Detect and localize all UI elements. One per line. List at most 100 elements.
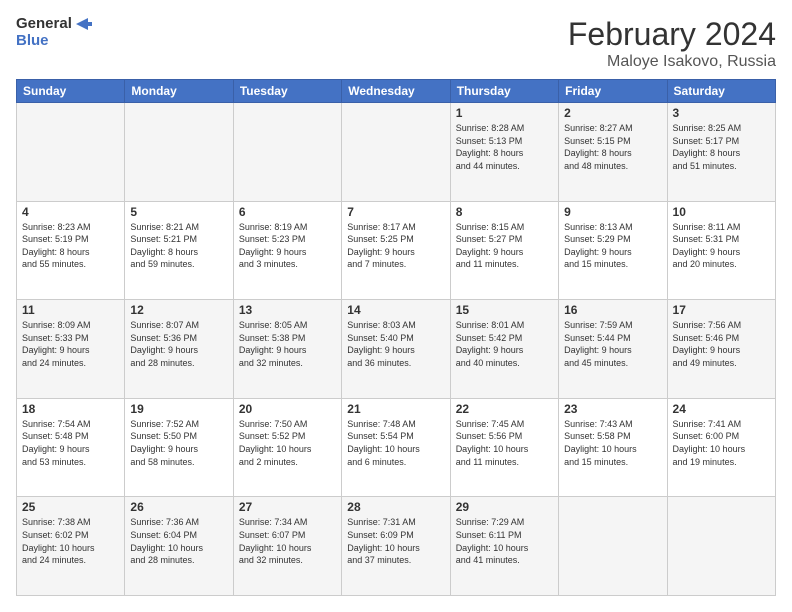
week-row-0: 1 Sunrise: 8:28 AM Sunset: 5:13 PM Daylig… — [17, 103, 776, 202]
table-cell: 21Sunrise: 7:48 AM Sunset: 5:54 PM Dayli… — [342, 398, 450, 497]
day-number: 13 — [239, 303, 336, 317]
table-cell: 25 Sunrise: 7:38 AM Sunset: 6:02 PM Dayli… — [17, 497, 125, 596]
day-number: 10 — [673, 205, 770, 219]
col-tuesday: Tuesday — [233, 80, 341, 103]
day-number: 14 — [347, 303, 444, 317]
day-number: 23 — [564, 402, 661, 416]
day-info: Sunrise: 8:03 AM Sunset: 5:40 PM Dayligh… — [347, 319, 444, 369]
table-cell — [17, 103, 125, 202]
table-cell: 4 Sunrise: 8:23 AM Sunset: 5:19 PM Daylig… — [17, 201, 125, 300]
day-number: 7 — [347, 205, 444, 219]
day-info: Sunrise: 7:43 AM Sunset: 5:58 PM Dayligh… — [564, 418, 661, 468]
table-cell: 23 Sunrise: 7:43 AM Sunset: 5:58 PM Dayli… — [559, 398, 667, 497]
day-info: Sunrise: 7:29 AM Sunset: 6:11 PM Dayligh… — [456, 516, 553, 566]
table-cell: 8 Sunrise: 8:15 AM Sunset: 5:27 PM Daylig… — [450, 201, 558, 300]
week-row-2: 11 Sunrise: 8:09 AM Sunset: 5:33 PM Dayli… — [17, 300, 776, 399]
col-monday: Monday — [125, 80, 233, 103]
day-info: Sunrise: 7:41 AM Sunset: 6:00 PM Dayligh… — [673, 418, 770, 468]
day-info: Sunrise: 8:09 AM Sunset: 5:33 PM Dayligh… — [22, 319, 119, 369]
calendar-header-row: Sunday Monday Tuesday Wednesday Thursday… — [17, 80, 776, 103]
day-number: 26 — [130, 500, 227, 514]
col-thursday: Thursday — [450, 80, 558, 103]
day-info: Sunrise: 7:36 AM Sunset: 6:04 PM Dayligh… — [130, 516, 227, 566]
day-info: Sunrise: 7:34 AM Sunset: 6:07 PM Dayligh… — [239, 516, 336, 566]
day-number: 16 — [564, 303, 661, 317]
col-wednesday: Wednesday — [342, 80, 450, 103]
day-info: Sunrise: 8:05 AM Sunset: 5:38 PM Dayligh… — [239, 319, 336, 369]
table-cell: 19 Sunrise: 7:52 AM Sunset: 5:50 PM Dayli… — [125, 398, 233, 497]
logo-general: General — [16, 16, 72, 33]
table-cell: 10Sunrise: 8:11 AM Sunset: 5:31 PM Dayli… — [667, 201, 775, 300]
logo-blue: Blue — [16, 33, 92, 50]
day-number: 18 — [22, 402, 119, 416]
table-cell: 3 Sunrise: 8:25 AM Sunset: 5:17 PM Daylig… — [667, 103, 775, 202]
day-info: Sunrise: 7:52 AM Sunset: 5:50 PM Dayligh… — [130, 418, 227, 468]
day-info: Sunrise: 8:28 AM Sunset: 5:13 PM Dayligh… — [456, 122, 553, 172]
day-info: Sunrise: 8:23 AM Sunset: 5:19 PM Dayligh… — [22, 221, 119, 271]
main-title: February 2024 — [568, 16, 776, 53]
day-number: 3 — [673, 106, 770, 120]
table-cell: 16 Sunrise: 7:59 AM Sunset: 5:44 PM Dayli… — [559, 300, 667, 399]
day-info: Sunrise: 8:19 AM Sunset: 5:23 PM Dayligh… — [239, 221, 336, 271]
table-cell: 18 Sunrise: 7:54 AM Sunset: 5:48 PM Dayli… — [17, 398, 125, 497]
col-friday: Friday — [559, 80, 667, 103]
day-info: Sunrise: 7:56 AM Sunset: 5:46 PM Dayligh… — [673, 319, 770, 369]
day-info: Sunrise: 8:25 AM Sunset: 5:17 PM Dayligh… — [673, 122, 770, 172]
day-info: Sunrise: 8:13 AM Sunset: 5:29 PM Dayligh… — [564, 221, 661, 271]
day-info: Sunrise: 7:31 AM Sunset: 6:09 PM Dayligh… — [347, 516, 444, 566]
day-info: Sunrise: 8:17 AM Sunset: 5:25 PM Dayligh… — [347, 221, 444, 271]
sub-title: Maloye Isakovo, Russia — [568, 53, 776, 71]
day-info: Sunrise: 7:50 AM Sunset: 5:52 PM Dayligh… — [239, 418, 336, 468]
day-number: 24 — [673, 402, 770, 416]
logo: General Blue — [16, 16, 92, 49]
col-sunday: Sunday — [17, 80, 125, 103]
day-number: 15 — [456, 303, 553, 317]
day-info: Sunrise: 7:38 AM Sunset: 6:02 PM Dayligh… — [22, 516, 119, 566]
logo-graphic: General Blue — [16, 16, 92, 49]
day-number: 8 — [456, 205, 553, 219]
table-cell: 7 Sunrise: 8:17 AM Sunset: 5:25 PM Daylig… — [342, 201, 450, 300]
week-row-3: 18 Sunrise: 7:54 AM Sunset: 5:48 PM Dayli… — [17, 398, 776, 497]
day-info: Sunrise: 7:48 AM Sunset: 5:54 PM Dayligh… — [347, 418, 444, 468]
table-cell — [342, 103, 450, 202]
table-cell: 9 Sunrise: 8:13 AM Sunset: 5:29 PM Daylig… — [559, 201, 667, 300]
day-number: 17 — [673, 303, 770, 317]
table-cell: 27 Sunrise: 7:34 AM Sunset: 6:07 PM Dayli… — [233, 497, 341, 596]
day-number: 2 — [564, 106, 661, 120]
table-cell: 2 Sunrise: 8:27 AM Sunset: 5:15 PM Daylig… — [559, 103, 667, 202]
table-cell: 20Sunrise: 7:50 AM Sunset: 5:52 PM Dayli… — [233, 398, 341, 497]
table-cell: 1 Sunrise: 8:28 AM Sunset: 5:13 PM Daylig… — [450, 103, 558, 202]
day-info: Sunrise: 8:27 AM Sunset: 5:15 PM Dayligh… — [564, 122, 661, 172]
day-number: 25 — [22, 500, 119, 514]
title-block: February 2024 Maloye Isakovo, Russia — [568, 16, 776, 71]
day-info: Sunrise: 7:54 AM Sunset: 5:48 PM Dayligh… — [22, 418, 119, 468]
header: General Blue February 2024 Maloye Isakov… — [16, 16, 776, 71]
day-number: 1 — [456, 106, 553, 120]
table-cell: 24 Sunrise: 7:41 AM Sunset: 6:00 PM Dayli… — [667, 398, 775, 497]
week-row-1: 4 Sunrise: 8:23 AM Sunset: 5:19 PM Daylig… — [17, 201, 776, 300]
table-cell — [559, 497, 667, 596]
calendar-table: Sunday Monday Tuesday Wednesday Thursday… — [16, 79, 776, 596]
day-number: 5 — [130, 205, 227, 219]
table-cell — [233, 103, 341, 202]
table-cell: 14 Sunrise: 8:03 AM Sunset: 5:40 PM Dayli… — [342, 300, 450, 399]
col-saturday: Saturday — [667, 80, 775, 103]
day-number: 4 — [22, 205, 119, 219]
day-info: Sunrise: 8:21 AM Sunset: 5:21 PM Dayligh… — [130, 221, 227, 271]
day-number: 28 — [347, 500, 444, 514]
table-cell: 11 Sunrise: 8:09 AM Sunset: 5:33 PM Dayli… — [17, 300, 125, 399]
day-number: 27 — [239, 500, 336, 514]
day-info: Sunrise: 8:15 AM Sunset: 5:27 PM Dayligh… — [456, 221, 553, 271]
day-info: Sunrise: 8:07 AM Sunset: 5:36 PM Dayligh… — [130, 319, 227, 369]
week-row-4: 25 Sunrise: 7:38 AM Sunset: 6:02 PM Dayli… — [17, 497, 776, 596]
table-cell: 12Sunrise: 8:07 AM Sunset: 5:36 PM Dayli… — [125, 300, 233, 399]
day-number: 11 — [22, 303, 119, 317]
logo-arrow-icon — [74, 16, 92, 32]
table-cell — [125, 103, 233, 202]
day-number: 9 — [564, 205, 661, 219]
day-number: 29 — [456, 500, 553, 514]
table-cell: 6 Sunrise: 8:19 AM Sunset: 5:23 PM Daylig… — [233, 201, 341, 300]
day-number: 19 — [130, 402, 227, 416]
day-number: 6 — [239, 205, 336, 219]
day-info: Sunrise: 7:59 AM Sunset: 5:44 PM Dayligh… — [564, 319, 661, 369]
